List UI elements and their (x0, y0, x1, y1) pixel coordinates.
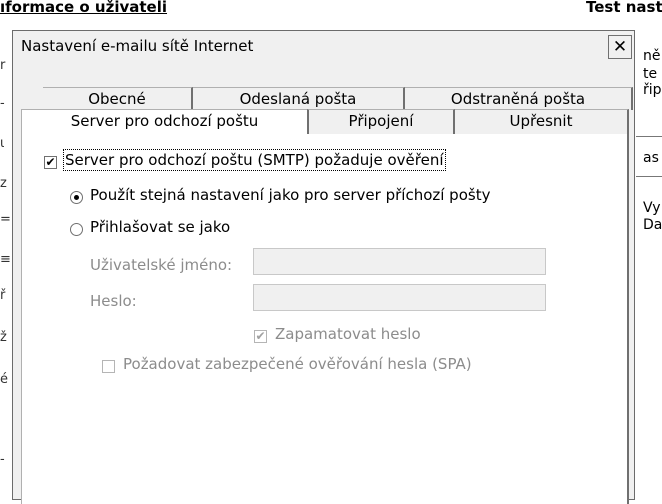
tab-outgoing-server[interactable]: Server pro odchozí poštu (21, 109, 307, 134)
background-fragment: Da (643, 217, 662, 233)
tab-advanced[interactable]: Upřesnit (455, 109, 629, 134)
background-fragment: as (643, 150, 659, 166)
background-fragment: = (0, 212, 11, 227)
tab-connection[interactable]: Připojení (307, 109, 455, 134)
tab-general[interactable]: Obecné (43, 87, 193, 110)
background-fragment: te (643, 66, 658, 82)
tab-sent-mail[interactable]: Odeslaná pošta (193, 87, 405, 110)
tab-label: Obecné (88, 90, 146, 108)
spa-label[interactable]: Požadovat zabezpečené ověřování hesla (S… (123, 355, 472, 373)
tab-label: Připojení (348, 112, 414, 130)
background-window-title: ıformace o uživateli (0, 0, 168, 16)
tab-label: Upřesnit (509, 112, 573, 130)
background-divider (636, 176, 662, 177)
background-fragment: ř (0, 288, 6, 303)
dialog-title: Nastavení e-mailu sítě Internet (21, 37, 254, 55)
background-window-title-right: Test nast (586, 0, 662, 16)
background-divider (636, 136, 662, 137)
tab-row-2: Server pro odchozí poštu Připojení Upřes… (21, 109, 635, 134)
background-fragment: ž (0, 330, 7, 345)
outgoing-server-page: ✔ Server pro odchozí poštu (SMTP) požadu… (21, 134, 629, 504)
background-fragment: é (0, 372, 8, 387)
background-fragment: - (0, 452, 5, 467)
remember-password-checkbox[interactable]: ✔ (254, 330, 267, 343)
background-fragment: ι (0, 136, 5, 151)
radio-selected-dot (74, 195, 79, 200)
smtp-auth-label[interactable]: Server pro odchozí poštu (SMTP) požaduje… (63, 149, 446, 171)
tab-label: Odstraněná pošta (450, 90, 586, 108)
check-icon: ✔ (255, 329, 266, 343)
tab-label: Odeslaná pošta (239, 90, 357, 108)
spa-checkbox[interactable] (102, 360, 115, 373)
radio-login-as-label[interactable]: Přihlašovat se jako (90, 218, 230, 236)
close-icon: ✕ (612, 37, 628, 57)
dialog-titlebar[interactable]: Nastavení e-mailu sítě Internet ✕ (13, 31, 634, 63)
remember-password-label[interactable]: Zapamatovat heslo (275, 325, 421, 343)
username-field[interactable] (253, 248, 546, 275)
background-fragment: ně (643, 48, 661, 64)
background-right-column (633, 30, 662, 487)
background-fragment: Vy (643, 200, 661, 216)
background-fragment: z (0, 176, 7, 191)
radio-login-as[interactable] (70, 223, 83, 236)
background-fragment: ≡ (0, 252, 11, 267)
background-fragment: - (0, 96, 5, 111)
password-label: Heslo: (90, 292, 137, 310)
tab-deleted-mail[interactable]: Odstraněná pošta (405, 87, 633, 110)
smtp-auth-checkbox[interactable]: ✔ (44, 156, 57, 169)
tab-row-1: Obecné Odeslaná pošta Odstraněná pošta (43, 87, 635, 110)
password-field[interactable] (253, 284, 546, 311)
close-button[interactable]: ✕ (608, 35, 632, 59)
background-left-column: r - ι z = ≡ ř ž é - (0, 20, 12, 487)
tab-label: Server pro odchozí poštu (70, 112, 259, 130)
username-label: Uživatelské jméno: (90, 256, 233, 274)
radio-same-settings[interactable] (70, 191, 83, 204)
radio-same-settings-label[interactable]: Použít stejná nastavení jako pro server … (90, 186, 490, 204)
internet-email-settings-dialog: Nastavení e-mailu sítě Internet ✕ Obecné… (12, 30, 635, 504)
background-fragment: řip (643, 82, 662, 98)
background-fragment: r (0, 58, 6, 73)
check-icon: ✔ (45, 155, 56, 169)
